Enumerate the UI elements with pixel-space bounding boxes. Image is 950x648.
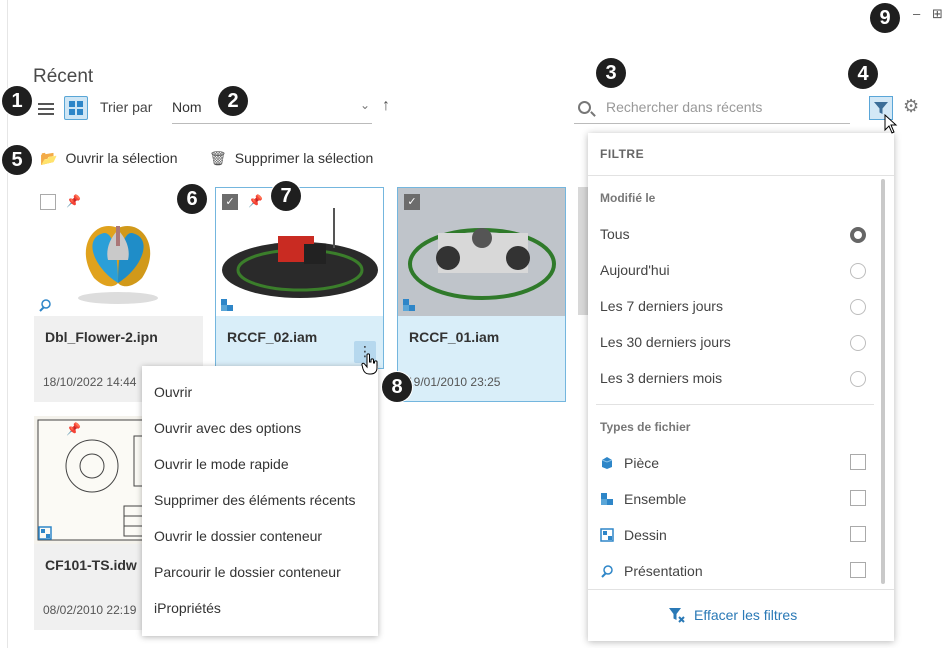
select-checkbox[interactable]: ✓ bbox=[404, 194, 420, 210]
presentation-icon bbox=[601, 565, 613, 578]
divider bbox=[588, 175, 894, 176]
sort-value: Nom bbox=[172, 99, 202, 115]
callout-badge: 7 bbox=[271, 181, 301, 211]
assembly-icon bbox=[601, 493, 613, 505]
context-menu-item[interactable]: Ouvrir avec des options bbox=[142, 410, 378, 446]
drawing-icon bbox=[600, 528, 614, 542]
radio-button[interactable] bbox=[850, 227, 866, 243]
callout-badge: 6 bbox=[177, 184, 207, 214]
chevron-down-icon: ⌄ bbox=[359, 98, 370, 112]
type-option[interactable]: Pièce bbox=[624, 455, 659, 471]
type-option[interactable]: Ensemble bbox=[624, 491, 686, 507]
modified-option[interactable]: Tous bbox=[600, 226, 630, 242]
context-menu-item[interactable]: Supprimer des éléments récents bbox=[142, 482, 378, 518]
assembly-icon bbox=[403, 299, 415, 311]
pin-icon[interactable]: 📌 bbox=[66, 194, 81, 208]
clear-filters-label: Effacer les filtres bbox=[694, 607, 798, 623]
select-checkbox[interactable]: ✓ bbox=[222, 194, 238, 210]
callout-badge: 4 bbox=[848, 59, 878, 89]
drawing-icon bbox=[38, 526, 52, 540]
filter-panel: FILTRE Modifié le Tous Aujourd'hui Les 7… bbox=[588, 133, 894, 641]
cursor-hand-icon bbox=[361, 353, 378, 375]
callout-badge: 3 bbox=[596, 58, 626, 88]
context-menu-item[interactable]: Ouvrir bbox=[142, 374, 378, 410]
type-option[interactable]: Dessin bbox=[624, 527, 667, 543]
clear-filter-icon bbox=[669, 608, 685, 623]
delete-selection-button[interactable]: 🗑 Supprimer la sélection bbox=[209, 150, 373, 167]
list-view-icon[interactable] bbox=[38, 100, 54, 116]
file-thumbnail bbox=[34, 188, 203, 316]
file-date: 19/01/2010 23:25 bbox=[407, 375, 501, 389]
clear-filters-button[interactable]: Effacer les filtres bbox=[668, 607, 797, 623]
file-card[interactable]: ✓ 📌 RCCF_02.iam ⋮ bbox=[215, 187, 384, 369]
file-name: CF101-TS.idw bbox=[45, 557, 137, 573]
modified-option[interactable]: Les 3 derniers mois bbox=[600, 370, 722, 386]
modified-option[interactable]: Les 7 derniers jours bbox=[600, 298, 723, 314]
open-selection-label: Ouvrir la sélection bbox=[65, 150, 178, 166]
file-name: RCCF_02.iam bbox=[227, 329, 318, 345]
type-checkbox[interactable] bbox=[850, 454, 866, 470]
part-icon bbox=[601, 457, 613, 469]
delete-selection-label: Supprimer la sélection bbox=[234, 150, 374, 166]
file-card-partial bbox=[578, 187, 588, 315]
context-menu: Ouvrir Ouvrir avec des options Ouvrir le… bbox=[142, 366, 378, 636]
types-section-title: Types de fichier bbox=[600, 420, 691, 434]
type-checkbox[interactable] bbox=[850, 490, 866, 506]
file-card[interactable]: ✓ RCCF_01.iam 19/01/2010 23:25 bbox=[397, 187, 566, 402]
context-menu-item[interactable]: iPropriétés bbox=[142, 590, 378, 626]
type-checkbox[interactable] bbox=[850, 526, 866, 542]
radio-button[interactable] bbox=[850, 371, 866, 387]
modified-section-title: Modifié le bbox=[600, 191, 656, 205]
context-menu-item[interactable]: Parcourir le dossier conteneur bbox=[142, 554, 378, 590]
sort-label: Trier par bbox=[100, 99, 153, 115]
select-checkbox[interactable] bbox=[40, 194, 56, 210]
sort-select[interactable]: Nom ⌄ bbox=[172, 94, 372, 124]
radio-button[interactable] bbox=[850, 263, 866, 279]
modified-option[interactable]: Aujourd'hui bbox=[600, 262, 670, 278]
context-menu-item[interactable]: Ouvrir le dossier conteneur bbox=[142, 518, 378, 554]
search-box[interactable] bbox=[574, 94, 850, 124]
search-icon bbox=[578, 101, 591, 114]
presentation-icon bbox=[39, 299, 51, 312]
divider bbox=[596, 404, 874, 405]
pin-icon[interactable]: 📌 bbox=[248, 194, 263, 208]
restore-icon[interactable]: ⊞ bbox=[932, 6, 943, 22]
modified-option[interactable]: Les 30 derniers jours bbox=[600, 334, 731, 350]
file-date: 18/10/2022 14:44 bbox=[43, 375, 137, 389]
callout-badge: 8 bbox=[382, 372, 412, 402]
file-name: Dbl_Flower-2.ipn bbox=[45, 329, 158, 345]
trash-icon: 🗑 bbox=[209, 150, 227, 166]
divider bbox=[588, 589, 894, 590]
minimize-icon[interactable]: – bbox=[913, 6, 920, 21]
assembly-icon bbox=[221, 299, 233, 311]
callout-badge: 9 bbox=[870, 3, 900, 33]
callout-badge: 1 bbox=[2, 86, 32, 116]
open-selection-button[interactable]: 📂 Ouvrir la sélection bbox=[40, 150, 177, 167]
filter-header: FILTRE bbox=[600, 147, 645, 161]
callout-badge: 5 bbox=[2, 145, 32, 175]
grid-view-icon[interactable] bbox=[64, 96, 88, 120]
callout-badge: 2 bbox=[218, 86, 248, 116]
cursor-arrow-icon bbox=[884, 114, 898, 134]
folder-open-icon: 📂 bbox=[40, 150, 58, 166]
radio-button[interactable] bbox=[850, 299, 866, 315]
file-thumbnail bbox=[398, 188, 565, 316]
gear-icon[interactable]: ⚙ bbox=[903, 96, 919, 117]
sort-direction-icon[interactable]: ↑ bbox=[382, 97, 390, 115]
pin-icon[interactable]: 📌 bbox=[66, 422, 81, 436]
page-title: Récent bbox=[33, 66, 94, 87]
radio-button[interactable] bbox=[850, 335, 866, 351]
file-name: RCCF_01.iam bbox=[409, 329, 500, 345]
scrollbar[interactable] bbox=[881, 179, 885, 584]
search-input[interactable] bbox=[606, 99, 844, 115]
file-date: 08/02/2010 22:19 bbox=[43, 603, 137, 617]
type-checkbox[interactable] bbox=[850, 562, 866, 578]
type-option[interactable]: Présentation bbox=[624, 563, 703, 579]
context-menu-item[interactable]: Ouvrir le mode rapide bbox=[142, 446, 378, 482]
file-thumbnail bbox=[216, 188, 383, 316]
